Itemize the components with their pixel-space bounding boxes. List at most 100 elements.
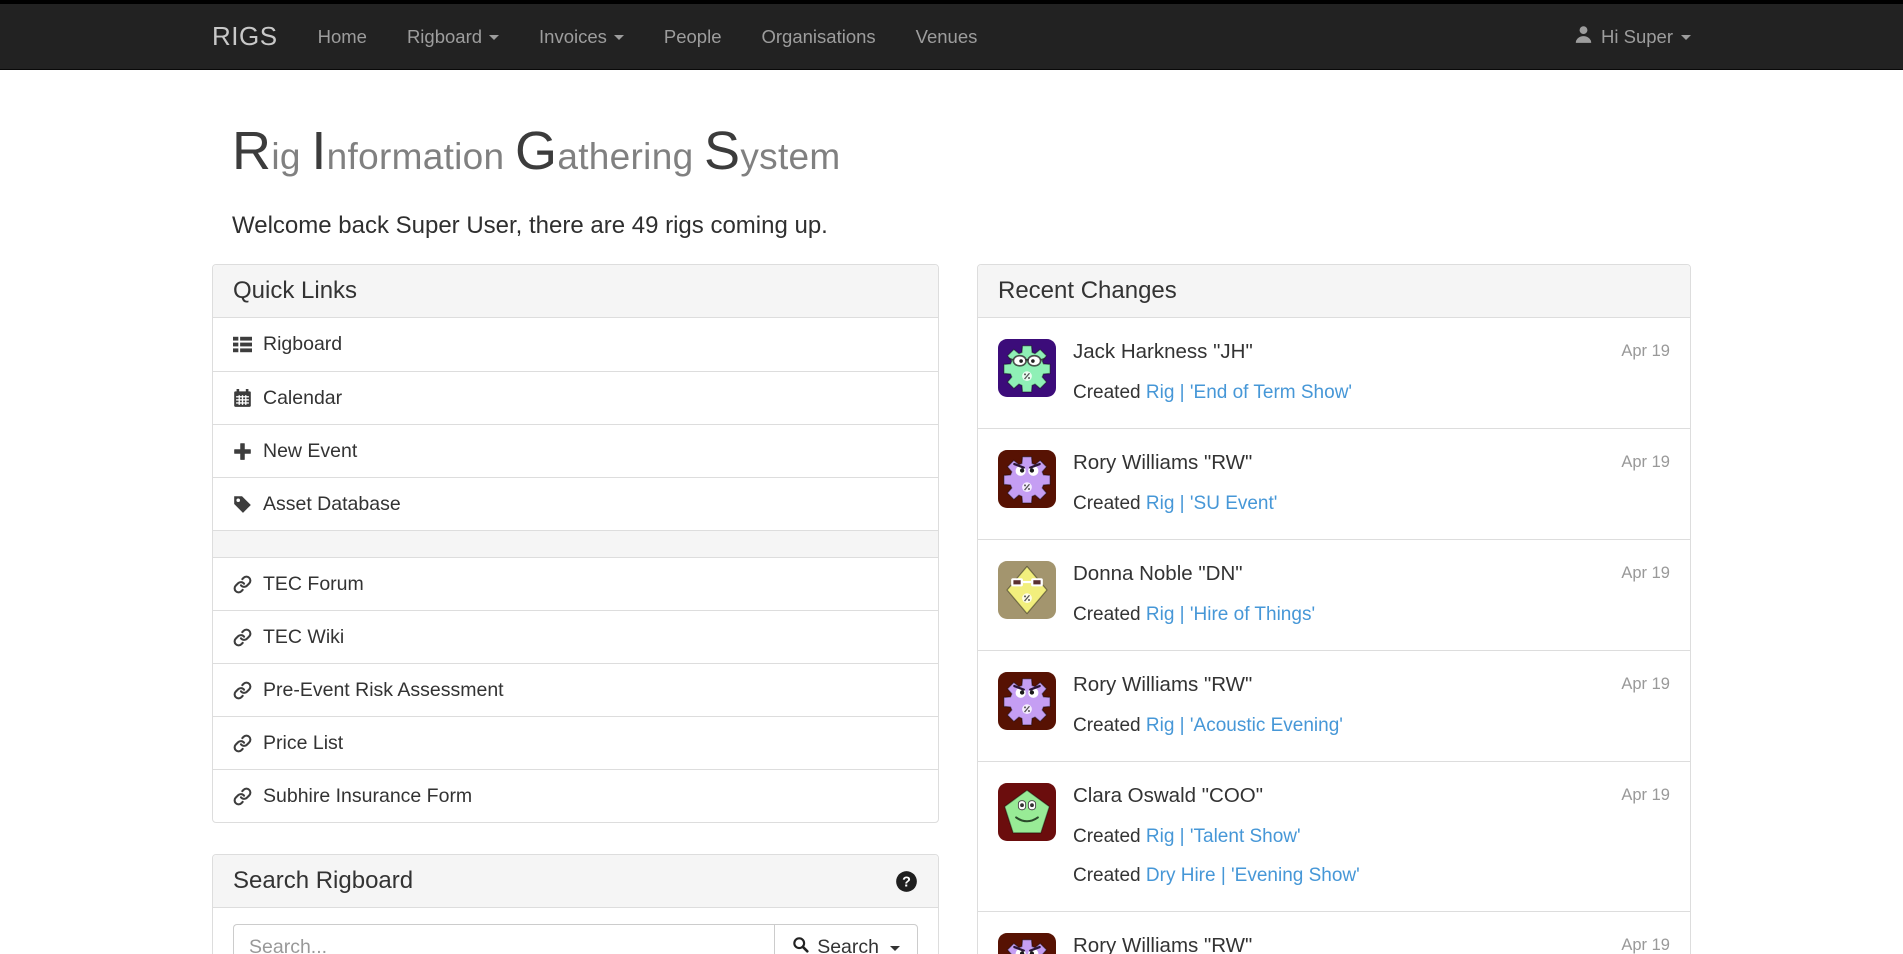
search-icon [792, 936, 809, 954]
entry-date: Apr 19 [1621, 450, 1670, 472]
entry-action-line: Created Rig | 'Acoustic Evening' [1073, 714, 1670, 738]
entry-action-link[interactable]: Rig | 'Acoustic Evening' [1146, 715, 1343, 736]
avatar-monster-icon [998, 672, 1056, 730]
link-icon [233, 575, 252, 594]
entry-action-prefix: Created [1073, 493, 1141, 514]
plus-icon [233, 442, 252, 461]
entry-action-prefix: Created [1073, 715, 1141, 736]
caret-down-icon [1681, 35, 1691, 40]
quick-links-panel: Quick Links Rigboard Calendar New Event Ass… [212, 264, 939, 823]
heading-rest: ystem [740, 136, 840, 177]
recent-change-item: Rory Williams "RW" Apr 19 Created Rig | 'S… [978, 428, 1690, 539]
nav-item-people[interactable]: People [644, 4, 742, 69]
entry-action-prefix: Created [1073, 382, 1141, 403]
entry-action-link[interactable]: Rig | 'Hire of Things' [1146, 604, 1315, 625]
search-input[interactable] [233, 924, 774, 954]
entry-action-link[interactable]: Rig | 'Talent Show' [1146, 826, 1301, 847]
caret-down-icon [489, 35, 499, 40]
entry-action-link[interactable]: Rig | 'End of Term Show' [1146, 382, 1352, 403]
quick-link-asset-database[interactable]: Asset Database [213, 477, 938, 530]
search-input-group: Search [233, 924, 918, 954]
avatar-monster-icon [998, 933, 1056, 954]
question-icon[interactable]: ? [895, 870, 918, 893]
quick-link-calendar[interactable]: Calendar [213, 371, 938, 424]
quick-link-label: Calendar [263, 387, 342, 410]
entry-date: Apr 19 [1621, 672, 1670, 694]
quick-link-rigboard[interactable]: Rigboard [213, 318, 938, 371]
heading-rest: ig [271, 136, 300, 177]
user-menu-label: Hi Super [1601, 26, 1673, 48]
search-rigboard-header: Search Rigboard ? [213, 855, 938, 908]
avatar-monster-icon [998, 339, 1056, 397]
page-title: Rig Information Gathering System [232, 120, 1691, 182]
avatar-monster-icon [998, 783, 1056, 841]
welcome-message: Welcome back Super User, there are 49 ri… [232, 212, 1691, 240]
main-content: Rig Information Gathering System Welcome… [212, 120, 1691, 954]
recent-change-item: Jack Harkness "JH" Apr 19 Created Rig | 'E… [978, 318, 1690, 428]
link-icon [233, 681, 252, 700]
link-icon [233, 628, 252, 647]
entry-date: Apr 19 [1621, 933, 1670, 954]
entry-action-line: Created Rig | 'End of Term Show' [1073, 381, 1670, 405]
search-rigboard-title: Search Rigboard [233, 867, 413, 895]
entry-person-name: Rory Williams "RW" [1073, 933, 1252, 954]
entry-action-prefix: Created [1073, 604, 1141, 625]
quick-link-label: Rigboard [263, 333, 342, 356]
quick-links-list: Rigboard Calendar New Event Asset Database T… [213, 318, 938, 822]
navbar: RIGS Home RigboardInvoices People Organisat… [0, 4, 1903, 70]
recent-changes-title: Recent Changes [998, 277, 1177, 305]
recent-changes-panel: Recent Changes Jack Harkness "JH" Apr 19 C… [977, 264, 1691, 954]
svg-text:?: ? [902, 874, 911, 890]
quick-link-price-list[interactable]: Price List [213, 716, 938, 769]
entry-date: Apr 19 [1621, 339, 1670, 361]
quick-link-tec-forum[interactable]: TEC Forum [213, 557, 938, 610]
entry-action-line: Created Rig | 'Hire of Things' [1073, 603, 1670, 627]
nav-item-label: Home [318, 26, 367, 48]
main-nav: Home RigboardInvoices People Organisations V… [298, 4, 998, 69]
recent-change-item: Clara Oswald "COO"Apr 19Created Rig | 'T… [978, 761, 1690, 911]
search-rigboard-panel: Search Rigboard ? Search [212, 854, 939, 954]
entry-person-name: Jack Harkness "JH" [1073, 339, 1253, 364]
quick-link-tec-wiki[interactable]: TEC Wiki [213, 610, 938, 663]
heading-rest: athering [557, 136, 693, 177]
quick-link-pre-event-risk-assessment[interactable]: Pre-Event Risk Assessment [213, 663, 938, 716]
user-menu[interactable]: Hi Super [1574, 4, 1691, 69]
caret-down-icon [614, 35, 624, 40]
recent-change-item: Rory Williams "RW" Apr 19 Created Rig | 'A… [978, 650, 1690, 761]
nav-item-rigboard[interactable]: Rigboard [387, 4, 519, 69]
entry-person-name: Rory Williams "RW" [1073, 450, 1252, 475]
quick-link-label: Price List [263, 732, 343, 755]
caret-down-icon [890, 946, 900, 951]
quick-link-label: TEC Wiki [263, 626, 344, 649]
avatar-monster-icon [998, 450, 1056, 508]
quick-links-header: Quick Links [213, 265, 938, 318]
quick-link-new-event[interactable]: New Event [213, 424, 938, 477]
nav-item-label: People [664, 26, 722, 48]
entry-date: Apr 19 [1621, 783, 1670, 805]
recent-change-item: Rory Williams "RW" Apr 19 [978, 911, 1690, 954]
nav-item-venues[interactable]: Venues [896, 4, 998, 69]
quick-link-label: New Event [263, 440, 357, 463]
entry-person-name: Donna Noble "DN" [1073, 561, 1243, 586]
entry-action-line: Created Rig | 'Talent Show' [1073, 825, 1670, 849]
entry-person-name: Rory Williams "RW" [1073, 672, 1252, 697]
entry-action-link[interactable]: Dry Hire | 'Evening Show' [1146, 865, 1360, 886]
quick-link-subhire-insurance-form[interactable]: Subhire Insurance Form [213, 769, 938, 822]
quick-link-label: Pre-Event Risk Assessment [263, 679, 504, 702]
quick-links-separator [213, 530, 938, 557]
entry-action-prefix: Created [1073, 826, 1141, 847]
search-button[interactable]: Search [774, 924, 918, 954]
nav-item-home[interactable]: Home [298, 4, 387, 69]
brand-logo[interactable]: RIGS [212, 4, 298, 69]
avatar-monster-icon [998, 561, 1056, 619]
nav-item-invoices[interactable]: Invoices [519, 4, 644, 69]
entry-date: Apr 19 [1621, 561, 1670, 583]
recent-changes-list: Jack Harkness "JH" Apr 19 Created Rig | 'E… [978, 318, 1690, 954]
user-icon [1574, 25, 1593, 49]
entry-action-link[interactable]: Rig | 'SU Event' [1146, 493, 1278, 514]
quick-links-title: Quick Links [233, 277, 357, 305]
quick-link-label: Subhire Insurance Form [263, 785, 472, 808]
nav-item-organisations[interactable]: Organisations [742, 4, 896, 69]
search-button-label: Search [817, 936, 879, 954]
nav-item-label: Organisations [762, 26, 876, 48]
